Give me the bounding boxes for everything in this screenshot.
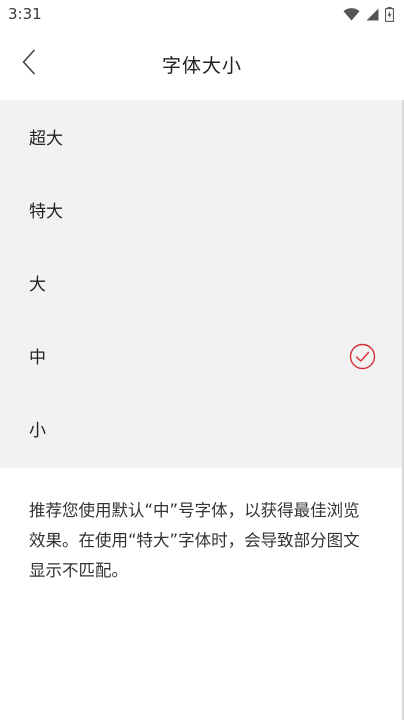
status-icons [343,6,394,22]
font-size-option-huge[interactable]: 特大 [0,173,404,246]
wifi-icon [343,7,360,21]
back-button[interactable] [14,47,44,81]
status-time: 3:31 [8,5,42,23]
font-size-option-medium[interactable]: 中 [0,319,404,392]
font-size-option-small[interactable]: 小 [0,392,404,465]
page-title: 字体大小 [161,54,242,77]
option-label: 大 [29,275,46,295]
font-size-option-extra-large[interactable]: 超大 [0,100,404,173]
font-size-note: 推荐您使用默认“中”号字体，以获得最佳浏览效果。在使用“特大”字体时，会导致部分… [29,501,360,580]
chevron-left-icon [21,49,37,79]
option-label: 小 [29,421,46,441]
battery-icon [385,6,394,22]
check-circle-icon [349,343,376,370]
option-label: 中 [29,348,46,368]
option-label: 超大 [29,129,63,149]
font-size-options: 超大 特大 大 中 小 [0,100,404,468]
cell-signal-icon [366,8,379,21]
option-label: 特大 [29,202,63,222]
header: 字体大小 [0,28,404,100]
font-size-option-large[interactable]: 大 [0,246,404,319]
status-bar: 3:31 [0,0,404,28]
